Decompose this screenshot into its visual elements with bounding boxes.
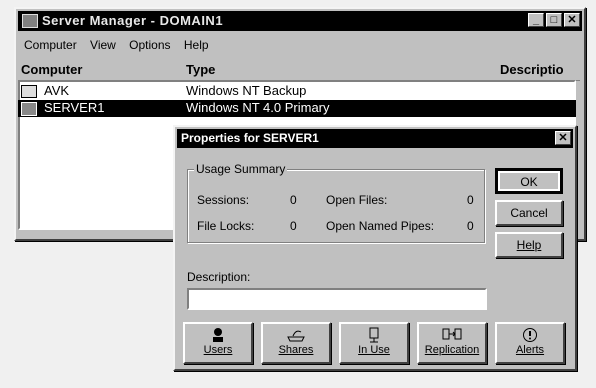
description-label: Description:	[187, 270, 251, 284]
window-title: Server Manager - DOMAIN1	[42, 13, 224, 28]
cancel-label: Cancel	[510, 206, 548, 220]
menu-options[interactable]: Options	[129, 38, 170, 52]
column-header	[18, 60, 580, 81]
cancel-button[interactable]: Cancel	[495, 200, 563, 226]
shares-button[interactable]: Shares	[261, 322, 331, 364]
column-computer[interactable]: Computer	[21, 62, 82, 80]
column-type[interactable]: Type	[186, 62, 215, 80]
alerts-button[interactable]: Alerts	[495, 322, 565, 364]
computer-name: SERVER1	[44, 100, 105, 115]
computer-icon	[21, 85, 37, 98]
menu-bar: Computer View Options Help	[24, 38, 219, 56]
column-description[interactable]: Descriptio	[500, 62, 564, 80]
file-locks-label: File Locks:	[197, 219, 255, 233]
help-label: Help	[516, 238, 542, 252]
in-use-label: In Use	[358, 344, 390, 356]
in-use-icon	[369, 327, 379, 343]
list-item-selected[interactable]: SERVER1 Windows NT 4.0 Primary	[18, 100, 576, 117]
file-locks-value: 0	[290, 219, 297, 233]
in-use-button[interactable]: In Use	[339, 322, 409, 364]
users-icon	[213, 328, 223, 342]
menu-help[interactable]: Help	[184, 38, 209, 52]
shares-label: Shares	[278, 344, 314, 356]
alerts-icon	[523, 328, 537, 342]
menu-view[interactable]: View	[90, 38, 116, 52]
open-files-label: Open Files:	[326, 193, 388, 207]
open-pipes-label: Open Named Pipes:	[326, 219, 435, 233]
replication-label: Replication	[424, 344, 480, 356]
dialog-close-icon[interactable]: ✕	[555, 131, 571, 145]
ok-label: OK	[520, 175, 538, 189]
dialog-title: Properties for SERVER1	[181, 131, 319, 145]
sessions-label: Sessions:	[197, 193, 250, 207]
sessions-value: 0	[290, 193, 297, 207]
users-label: Users	[203, 344, 233, 356]
usage-summary-label: Usage Summary	[194, 162, 288, 176]
computer-name: AVK	[44, 83, 70, 98]
open-files-value: 0	[467, 193, 474, 207]
dialog-title-bar[interactable]: Properties for SERVER1 ✕	[177, 129, 573, 148]
ok-button[interactable]: OK	[495, 168, 563, 194]
users-button[interactable]: Users	[183, 322, 253, 364]
help-button[interactable]: Help	[495, 232, 563, 258]
title-bar[interactable]: Server Manager - DOMAIN1 _ □ ✕	[18, 11, 582, 31]
list-item[interactable]: AVK Windows NT Backup	[18, 83, 576, 100]
maximize-icon[interactable]: □	[546, 13, 562, 27]
alerts-label: Alerts	[515, 344, 545, 356]
open-pipes-value: 0	[467, 219, 474, 233]
description-field[interactable]	[187, 288, 487, 310]
computer-type: Windows NT Backup	[186, 83, 307, 98]
shares-icon	[287, 330, 305, 342]
computer-type: Windows NT 4.0 Primary	[186, 100, 330, 115]
replication-icon	[442, 328, 462, 340]
minimize-icon[interactable]: _	[528, 13, 544, 27]
server-icon	[21, 102, 37, 116]
close-icon[interactable]: ✕	[564, 13, 580, 27]
menu-computer[interactable]: Computer	[24, 38, 77, 52]
replication-button[interactable]: Replication	[417, 322, 487, 364]
app-icon	[22, 14, 38, 28]
